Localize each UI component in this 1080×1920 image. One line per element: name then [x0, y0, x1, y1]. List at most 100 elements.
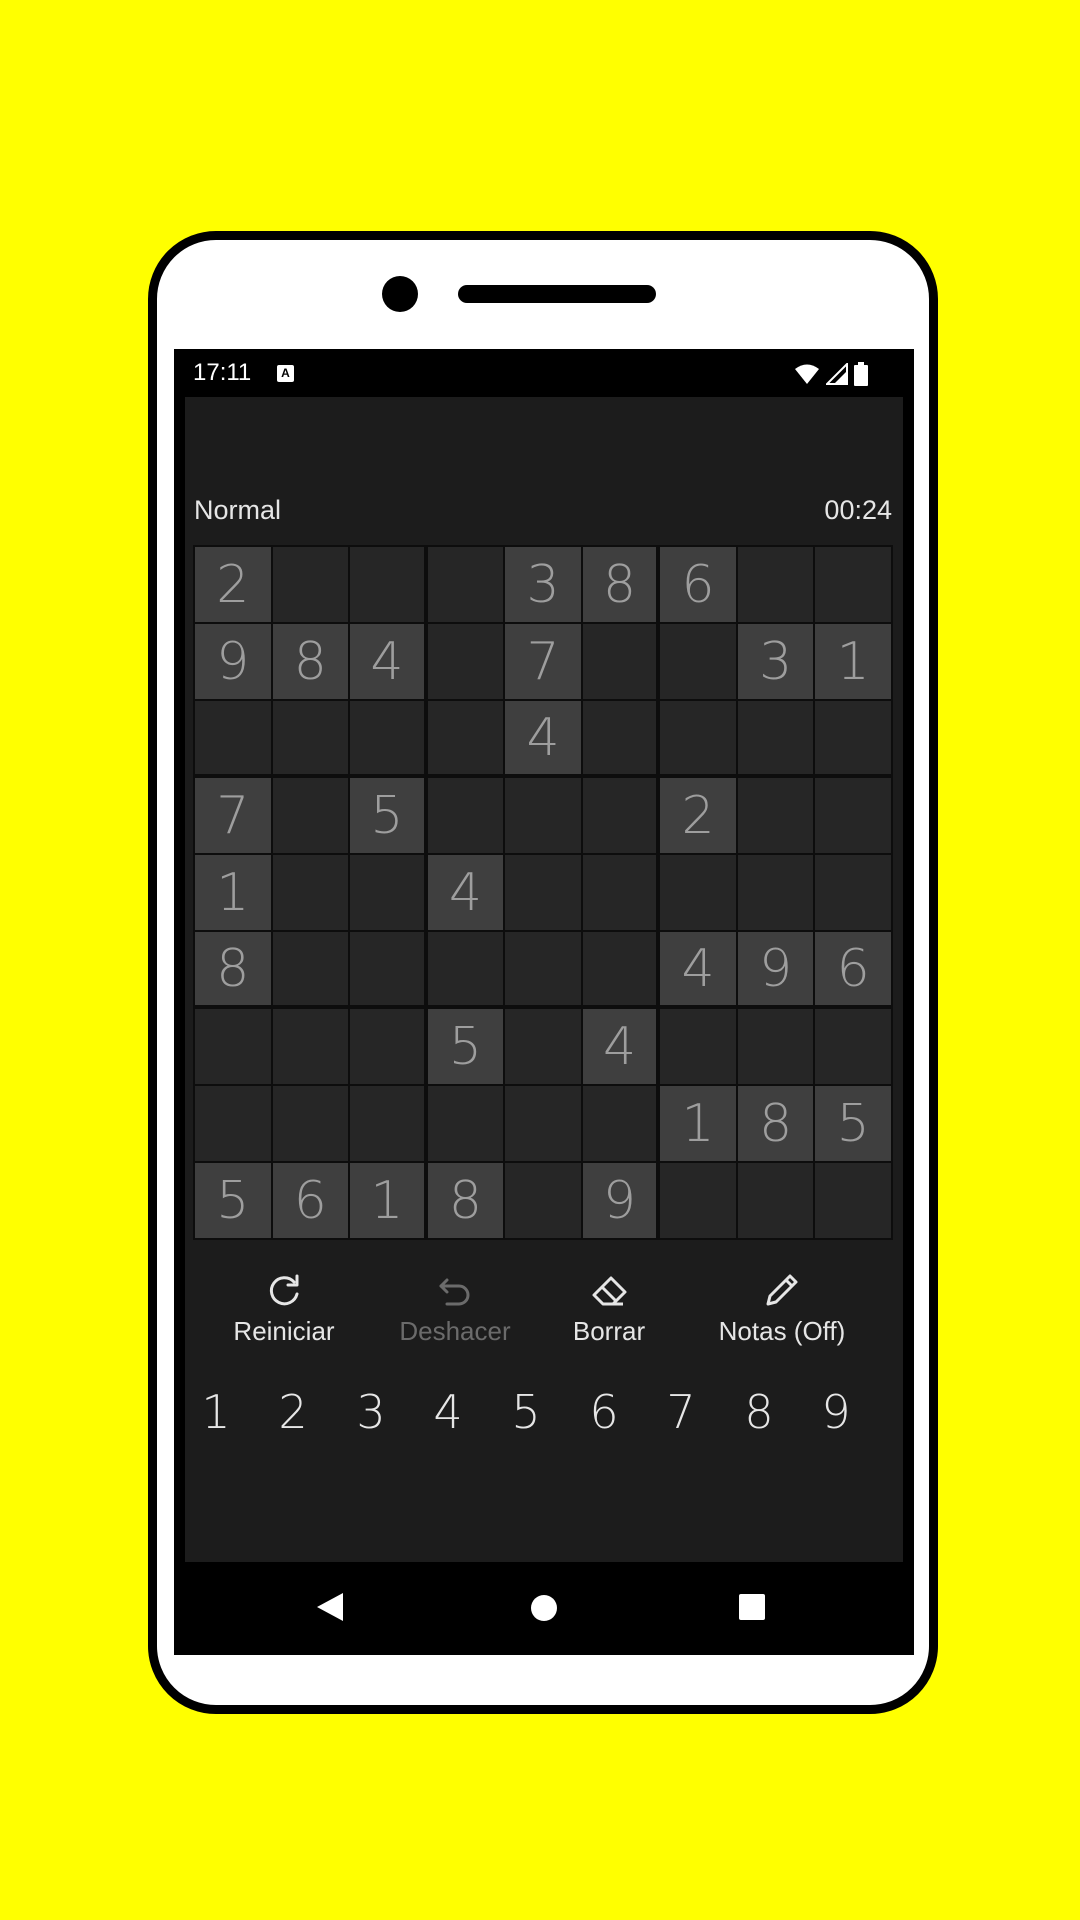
- number-button-6[interactable]: 6: [574, 1385, 634, 1439]
- sudoku-cell[interactable]: [427, 932, 504, 1005]
- number-button-2[interactable]: 2: [263, 1385, 323, 1439]
- sudoku-cell[interactable]: [505, 778, 581, 853]
- number-button-5[interactable]: 5: [496, 1385, 556, 1439]
- sudoku-cell[interactable]: 2: [660, 778, 736, 853]
- sudoku-cell[interactable]: [350, 1086, 424, 1161]
- sudoku-cell[interactable]: [272, 855, 349, 930]
- sudoku-cell[interactable]: [737, 547, 814, 622]
- sudoku-cell[interactable]: 7: [505, 624, 581, 699]
- sudoku-cell[interactable]: [815, 701, 891, 774]
- sudoku-cell[interactable]: [737, 778, 814, 853]
- sudoku-cell[interactable]: [272, 1009, 349, 1084]
- sudoku-cell[interactable]: [660, 701, 736, 774]
- sudoku-cell[interactable]: [815, 547, 891, 622]
- sudoku-cell[interactable]: [660, 1163, 736, 1238]
- sudoku-cell[interactable]: [350, 701, 424, 774]
- sudoku-cell[interactable]: [505, 1009, 581, 1084]
- sudoku-cell[interactable]: [427, 1086, 504, 1161]
- sudoku-cell[interactable]: [427, 547, 504, 622]
- sudoku-cell[interactable]: [505, 1163, 581, 1238]
- sudoku-cell[interactable]: 4: [505, 701, 581, 774]
- home-icon[interactable]: [530, 1594, 558, 1622]
- sudoku-cell[interactable]: 1: [660, 1086, 736, 1161]
- number-button-3[interactable]: 3: [341, 1385, 401, 1439]
- sudoku-cell[interactable]: 8: [582, 547, 657, 622]
- eraser-icon: [592, 1276, 627, 1306]
- sudoku-cell[interactable]: 9: [195, 624, 271, 699]
- sudoku-cell[interactable]: [815, 855, 891, 930]
- sudoku-cell[interactable]: [505, 1086, 581, 1161]
- sudoku-cell[interactable]: [660, 1009, 736, 1084]
- sudoku-cell[interactable]: [195, 701, 271, 774]
- sudoku-cell[interactable]: [427, 701, 504, 774]
- sudoku-cell[interactable]: 8: [272, 624, 349, 699]
- sudoku-cell[interactable]: [350, 855, 424, 930]
- number-button-7[interactable]: 7: [651, 1385, 711, 1439]
- sudoku-cell[interactable]: 5: [427, 1009, 504, 1084]
- sudoku-cell[interactable]: [737, 1163, 814, 1238]
- sudoku-cell[interactable]: 2: [195, 547, 271, 622]
- sudoku-cell[interactable]: [272, 547, 349, 622]
- number-button-1[interactable]: 1: [186, 1385, 246, 1439]
- sudoku-cell[interactable]: [660, 855, 736, 930]
- sudoku-cell[interactable]: 1: [195, 855, 271, 930]
- sudoku-cell[interactable]: [272, 932, 349, 1005]
- sudoku-cell[interactable]: [815, 778, 891, 853]
- sudoku-cell[interactable]: [737, 701, 814, 774]
- sudoku-cell[interactable]: [195, 1086, 271, 1161]
- sudoku-cell[interactable]: [582, 624, 657, 699]
- sudoku-cell[interactable]: 3: [737, 624, 814, 699]
- sudoku-cell[interactable]: 5: [195, 1163, 271, 1238]
- sudoku-cell[interactable]: 5: [350, 778, 424, 853]
- sudoku-cell[interactable]: [350, 932, 424, 1005]
- sudoku-cell[interactable]: 6: [660, 547, 736, 622]
- sudoku-cell[interactable]: [427, 778, 504, 853]
- number-button-9[interactable]: 9: [806, 1385, 866, 1439]
- front-camera: [382, 276, 418, 312]
- sudoku-cell[interactable]: [582, 932, 657, 1005]
- sudoku-cell[interactable]: [660, 624, 736, 699]
- sudoku-cell[interactable]: 3: [505, 547, 581, 622]
- sudoku-cell[interactable]: 1: [815, 624, 891, 699]
- sudoku-cell[interactable]: 9: [582, 1163, 657, 1238]
- sudoku-cell[interactable]: 5: [815, 1086, 891, 1161]
- sudoku-cell[interactable]: [582, 855, 657, 930]
- sudoku-cell[interactable]: 6: [815, 932, 891, 1005]
- sudoku-cell[interactable]: [815, 1163, 891, 1238]
- sudoku-cell[interactable]: [195, 1009, 271, 1084]
- sudoku-cell[interactable]: 4: [582, 1009, 657, 1084]
- notes-toggle-button[interactable]: Notas (Off): [702, 1270, 862, 1347]
- sudoku-cell[interactable]: [505, 855, 581, 930]
- sudoku-cell[interactable]: 8: [427, 1163, 504, 1238]
- sudoku-cell[interactable]: [350, 547, 424, 622]
- sudoku-cell[interactable]: [350, 1009, 424, 1084]
- erase-button[interactable]: Borrar: [566, 1270, 652, 1347]
- restart-button[interactable]: Reiniciar: [228, 1270, 340, 1347]
- sudoku-cell[interactable]: 4: [660, 932, 736, 1005]
- sudoku-cell[interactable]: 6: [272, 1163, 349, 1238]
- number-button-8[interactable]: 8: [729, 1385, 789, 1439]
- sudoku-cell[interactable]: 1: [350, 1163, 424, 1238]
- sudoku-cell[interactable]: [582, 701, 657, 774]
- sudoku-cell[interactable]: [427, 624, 504, 699]
- sudoku-cell[interactable]: 4: [427, 855, 504, 930]
- undo-button[interactable]: Deshacer: [390, 1270, 520, 1347]
- sudoku-cell[interactable]: 7: [195, 778, 271, 853]
- sudoku-cell[interactable]: [272, 701, 349, 774]
- recents-icon[interactable]: [738, 1593, 766, 1621]
- sudoku-cell[interactable]: 8: [737, 1086, 814, 1161]
- sudoku-cell[interactable]: [737, 855, 814, 930]
- sudoku-cell[interactable]: [272, 1086, 349, 1161]
- sudoku-cell[interactable]: [272, 778, 349, 853]
- erase-label: Borrar: [572, 1316, 646, 1346]
- sudoku-cell[interactable]: [505, 932, 581, 1005]
- sudoku-cell[interactable]: [582, 1086, 657, 1161]
- sudoku-cell[interactable]: [815, 1009, 891, 1084]
- number-button-4[interactable]: 4: [418, 1385, 478, 1439]
- sudoku-cell[interactable]: 8: [195, 932, 271, 1005]
- back-icon[interactable]: [315, 1591, 345, 1623]
- sudoku-cell[interactable]: 9: [737, 932, 814, 1005]
- sudoku-cell[interactable]: [582, 778, 657, 853]
- sudoku-cell[interactable]: [737, 1009, 814, 1084]
- sudoku-cell[interactable]: 4: [350, 624, 424, 699]
